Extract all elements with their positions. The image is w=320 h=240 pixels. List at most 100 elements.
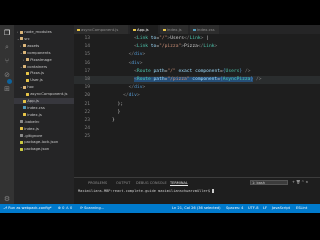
terminal-select[interactable]: 1: bash <box>250 180 288 185</box>
status-task[interactable]: ⟳ Scanning... <box>80 204 104 213</box>
tree-file[interactable]: .babelrc <box>14 119 74 125</box>
tree-file[interactable]: index.js <box>14 126 74 132</box>
terminal-output[interactable]: Maximilians-MBP:react-complete-guide max… <box>78 189 215 193</box>
code-line[interactable]: 15 </div> <box>74 51 320 59</box>
folder-icon <box>23 51 26 55</box>
status-problems[interactable]: ⊗ 0 ⚠ 0 <box>58 204 72 213</box>
file-icon <box>26 78 29 82</box>
code-line[interactable]: 18 <Route path="/pizza" component={Async… <box>74 76 320 85</box>
editor-tab[interactable]: index.js <box>160 25 189 34</box>
code-line[interactable]: 25 <box>74 133 320 141</box>
files-icon[interactable]: ❐ <box>3 29 11 37</box>
settings-gear-icon[interactable]: ⚙ <box>3 195 11 203</box>
code-line[interactable]: 19 </div> <box>74 84 320 92</box>
code-line[interactable]: 21 ); <box>74 101 320 109</box>
code-token: path <box>150 68 165 74</box>
code-line[interactable]: 20 </div> <box>74 92 320 100</box>
tree-item-label: index.js <box>27 111 42 117</box>
file-icon <box>23 106 26 110</box>
tree-item-label: asyncComponent.js <box>30 91 68 97</box>
code-token: Route <box>136 68 151 74</box>
tree-folder[interactable]: › assets <box>14 43 74 49</box>
tree-folder[interactable]: ⌄ containers <box>14 64 74 70</box>
code-line[interactable]: 13 <Link to="/">Users</Link> | <box>74 35 320 43</box>
status-indentation[interactable]: Spaces: 4 <box>226 204 243 213</box>
folder-icon <box>20 30 23 34</box>
tree-folder[interactable]: › node_modules <box>14 29 74 35</box>
code-line[interactable]: 14 <Link to="/pizza">Pizza</Link> <box>74 43 320 51</box>
tree-file[interactable]: package-lock.json <box>14 139 74 145</box>
editor-tab-label: asyncComponent.js <box>81 27 119 32</box>
tree-file[interactable]: .gitignore <box>14 133 74 139</box>
editor-tab[interactable]: index.css <box>190 25 220 34</box>
tab-problems[interactable]: PROBLEMS <box>88 181 107 185</box>
tree-file[interactable]: index.js <box>14 112 74 118</box>
code-text: <Route path="/pizza" component={AsyncPiz… <box>112 76 262 84</box>
code-line[interactable]: 16 <div> <box>74 60 320 68</box>
tab-debug-console[interactable]: DEBUG CONSOLE <box>136 181 167 185</box>
code-token: > <box>136 93 140 99</box>
tab-terminal[interactable]: TERMINAL <box>170 181 188 186</box>
code-line[interactable]: 24 <box>74 125 320 133</box>
status-eslint[interactable]: ESLint <box>296 204 307 213</box>
code-token: path <box>150 77 165 82</box>
letterbox-top <box>0 0 320 25</box>
tree-file[interactable]: package.json <box>14 146 74 152</box>
line-number: 16 <box>84 60 90 66</box>
source-control-icon[interactable]: ⑂ <box>3 57 11 65</box>
editor-tab[interactable]: App.js <box>130 25 159 34</box>
tree-folder[interactable]: ⌄ components <box>14 50 74 56</box>
vscode-window: ❐ ⌕ ⑂ ⊘ ⊞ ⚙ › node_modules ⌄ src › assets ⌄ com… <box>0 25 320 213</box>
folder-icon <box>26 58 29 62</box>
code-line[interactable]: 17 <Route path="/" exact component={User… <box>74 68 320 76</box>
tree-file[interactable]: App.js <box>14 98 74 105</box>
file-icon <box>20 140 23 144</box>
tree-item-label: Pizza.js <box>30 70 45 76</box>
status-branch[interactable]: ⎇ Run as webpack-config* <box>3 204 52 213</box>
code-token: AsyncPizza <box>222 77 251 82</box>
line-number: 14 <box>84 44 90 50</box>
status-encoding[interactable]: UTF-8 <box>248 204 258 213</box>
code-editor[interactable]: 13 <Link to="/">Users</Link> | 14 <Link … <box>74 34 320 177</box>
line-number: 20 <box>84 93 90 99</box>
tree-item-label: .babelrc <box>24 118 40 124</box>
terminal-select-value: 1: bash <box>252 181 265 185</box>
code-token: ); <box>117 101 124 107</box>
code-text: </div> <box>112 84 146 92</box>
tree-file[interactable]: asyncComponent.js <box>14 91 74 97</box>
debug-icon[interactable]: ⊘ <box>3 71 11 79</box>
code-line[interactable]: 23} <box>74 117 320 125</box>
tab-output[interactable]: OUTPUT <box>116 181 130 185</box>
code-token: Link <box>189 36 201 41</box>
code-token: } <box>112 118 115 123</box>
status-language[interactable]: JavaScript <box>272 204 290 213</box>
line-number: 24 <box>84 126 90 132</box>
code-token: > <box>142 52 146 58</box>
tree-item-label: hoc <box>27 84 35 90</box>
line-number: 22 <box>84 109 90 115</box>
editor-tab[interactable]: asyncComponent.js <box>74 25 129 34</box>
tree-file[interactable]: Pizza.js <box>14 70 74 76</box>
status-cursor-position[interactable]: Ln 21, Col 26 (36 selected) <box>172 204 221 213</box>
tree-item-label: .gitignore <box>24 132 43 138</box>
tree-folder[interactable]: › PizzaImage <box>14 57 74 63</box>
folder-icon <box>23 85 26 89</box>
code-line[interactable]: 22 } <box>74 109 320 117</box>
status-eol[interactable]: LF <box>263 204 267 213</box>
code-token: > <box>214 44 218 50</box>
code-token: div <box>131 60 140 66</box>
close-icon[interactable]: × <box>305 180 309 184</box>
tree-file[interactable]: User.js <box>14 77 74 83</box>
tree-file[interactable]: index.css <box>14 105 74 111</box>
tree-folder[interactable]: ⌄ src <box>14 36 74 42</box>
search-icon[interactable]: ⌕ <box>3 43 11 51</box>
code-token: > <box>139 60 143 66</box>
extensions-icon[interactable]: ⊞ <box>3 85 11 93</box>
code-text: <Link to="/">Users</Link> | <box>112 35 212 43</box>
tree-folder[interactable]: ⌄ hoc <box>14 84 74 90</box>
code-text: ); <box>112 101 124 109</box>
file-icon <box>26 92 29 96</box>
